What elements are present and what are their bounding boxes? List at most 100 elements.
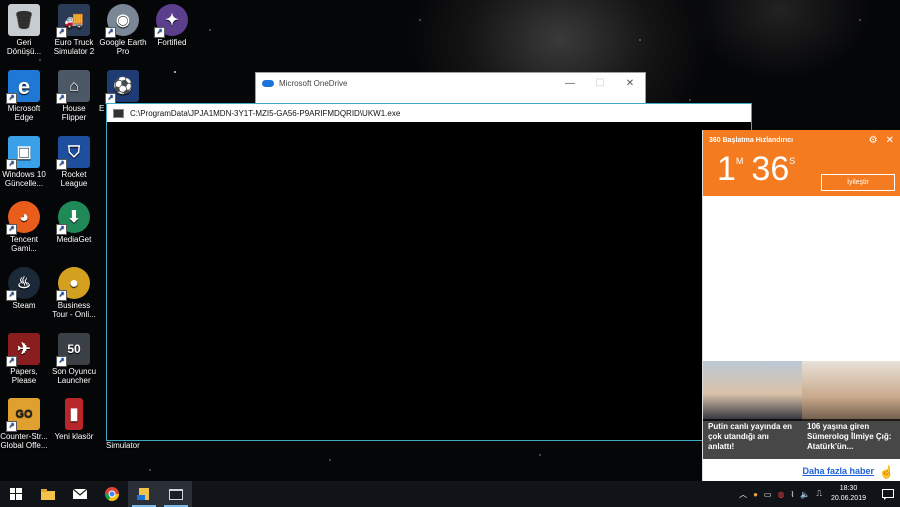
edge-icon: e ↗ [6,70,40,104]
minimize-button[interactable]: — [555,73,585,93]
wifi-icon[interactable]: ⌇ [790,490,794,499]
windows-update-icon: ▣ ↗ [6,136,40,170]
desktop-icon-papers-please[interactable]: ✈ ↗ Papers, Please [0,333,48,385]
mail-icon [73,489,87,499]
fortified-icon: ✦ ↗ [154,4,188,38]
desktop-icon-house-flipper[interactable]: ⌂ ↗ House Flipper [50,70,98,122]
console-icon [169,488,183,500]
news-image [703,361,802,421]
desktop-icon-recycle-bin[interactable]: 🗑 Geri Dönüşü... [0,4,48,56]
installer-icon [137,488,149,500]
timer-minutes: 1 [717,150,736,188]
tencent-gaming-icon: ◕ ↗ [6,201,40,235]
tray-app-icon[interactable]: ◍ [777,490,784,499]
google-earth-icon: ◉ ↗ [105,4,139,38]
desktop-icon-csgo[interactable]: GO ↗ Counter-Str... Global Offe... [0,398,48,450]
taskbar: ︿ ● ▭ ◍ ⌇ 🔈 ⎍ 18:30 20.06.2019 [0,481,900,507]
news-strip: Putin canlı yayında en çok utandığı anı … [703,361,900,459]
taskbar-file-explorer[interactable] [32,481,64,507]
desktop-icon-mediaget[interactable]: ⬇ ↗ MediaGet [50,201,98,244]
tray-app-icon[interactable]: ▭ [764,490,772,499]
hand-cursor-icon: ☝ [879,465,894,479]
boot-timer: 1 M 36 S [717,150,797,188]
desktop-icon-son-oyuncu[interactable]: 50 ↗ Son Oyuncu Launcher [50,333,98,385]
steam-icon: ♨ ↗ [6,267,40,301]
desktop-icon-windows-update[interactable]: ▣ ↗ Windows 10 Güncelle... [0,136,48,188]
onedrive-cloud-icon [262,79,274,87]
son-oyuncu-icon: 50 ↗ [56,333,90,367]
desktop-icon-new-folder[interactable]: ▮ Yeni klasör [50,398,98,441]
maximize-button[interactable]: ☐ [585,73,615,93]
clock-date: 20.06.2019 [830,495,866,502]
network-icon[interactable]: ⎍ [816,489,822,499]
taskbar-onedrive-setup[interactable] [128,481,160,507]
clock-time: 18:30 [839,485,858,492]
papers-please-icon: ✈ ↗ [6,333,40,367]
desktop-icon-label: House Flipper [61,104,87,122]
desktop-icon-label: Yeni klasör [54,432,94,441]
desktop-icon-rocket-league[interactable]: ⛉ ↗ Rocket League [50,136,98,188]
startup-accelerator-panel[interactable]: 360 Başlatma Hızlandırıcı ⚙ ✕ 1 M 36 S İ… [702,130,900,481]
desktop-icon-label: Google Earth Pro [99,38,147,56]
rocket-league-icon: ⛉ ↗ [56,136,90,170]
desktop-icon-label: Business Tour - Onli... [52,301,96,319]
taskbar-chrome[interactable] [96,481,128,507]
desktop: 🗑 Geri Dönüşü... 🚚 ↗ Euro Truck Simulator… [0,0,900,481]
simulator-label[interactable]: Simulator [106,441,140,450]
desktop-icon-edge[interactable]: e ↗ Microsoft Edge [0,70,48,122]
desktop-icon-business-tour[interactable]: ● ↗ Business Tour - Onli... [50,267,98,319]
pes-icon: ⚽ ↗ [105,70,139,104]
windows-logo-icon [10,488,22,500]
desktop-icon-fortified[interactable]: ✦ ↗ Fortified [148,4,196,47]
timer-seconds: 36 [751,150,790,188]
tray-app-icon[interactable]: ● [753,490,758,499]
desktop-icon-tencent[interactable]: ◕ ↗ Tencent Gami... [0,201,48,253]
desktop-icon-label: Windows 10 Güncelle... [2,170,46,188]
mediaget-icon: ⬇ ↗ [56,201,90,235]
taskbar-mail[interactable] [64,481,96,507]
onedrive-window-controls: — ☐ ✕ [555,73,645,93]
speed-header: 360 Başlatma Hızlandırıcı ⚙ ✕ 1 M 36 S İ… [703,130,900,196]
desktop-icon-label: Steam [12,301,36,310]
desktop-icon-label: Euro Truck Simulator 2 [53,38,95,56]
desktop-icon-label: Tencent Gami... [9,235,39,253]
house-flipper-icon: ⌂ ↗ [56,70,90,104]
csgo-icon: GO ↗ [6,398,40,432]
news-caption: 106 yaşına giren Sümerolog İlmiye Çığ: A… [802,419,900,459]
panel-controls: ⚙ ✕ [869,135,894,146]
start-button[interactable] [0,481,32,507]
desktop-icon-label: Son Oyuncu Launcher [51,367,97,385]
desktop-icon-label: Fortified [157,38,187,47]
desktop-icon-label: MediaGet [56,235,92,244]
chevron-up-icon[interactable]: ︿ [739,489,747,500]
desktop-icon-label: Papers, Please [10,367,38,385]
timer-minutes-unit: M [735,156,744,166]
action-center-button[interactable] [876,481,900,507]
desktop-icon-google-earth[interactable]: ◉ ↗ Google Earth Pro [99,4,147,56]
onedrive-title: Microsoft OneDrive [279,78,348,88]
optimize-button[interactable]: İyileştir [821,174,895,191]
more-news-link[interactable]: Daha fazla haber [802,466,874,476]
business-tour-icon: ● ↗ [56,267,90,301]
clock[interactable]: 18:30 20.06.2019 [831,484,866,504]
close-button[interactable]: ✕ [615,73,645,93]
desktop-icon-label: Geri Dönüşü... [6,38,42,56]
console-title: C:\ProgramData\JPJA1MDN-3Y1T-MZI5-GA56-P… [130,108,401,118]
panel-title: 360 Başlatma Hızlandırıcı [709,137,794,144]
volume-icon[interactable]: 🔈 [800,490,810,499]
gear-icon[interactable]: ⚙ [869,135,878,146]
close-icon[interactable]: ✕ [886,135,894,146]
news-item[interactable]: 106 yaşına giren Sümerolog İlmiye Çığ: A… [802,361,900,459]
news-item[interactable]: Putin canlı yayında en çok utandığı anı … [703,361,802,459]
desktop-icon-label: Counter-Str... Global Offe... [0,432,48,450]
folder-icon [41,488,55,500]
notification-icon [882,488,894,500]
timer-seconds-unit: S [789,156,796,166]
desktop-icon-euro-truck[interactable]: 🚚 ↗ Euro Truck Simulator 2 [50,4,98,56]
desktop-icon-steam[interactable]: ♨ ↗ Steam [0,267,48,310]
console-window[interactable]: C:\ProgramData\JPJA1MDN-3Y1T-MZI5-GA56-P… [106,103,752,441]
console-app-icon [113,108,124,118]
console-titlebar[interactable]: C:\ProgramData\JPJA1MDN-3Y1T-MZI5-GA56-P… [107,104,751,122]
taskbar-console[interactable] [160,481,192,507]
chrome-icon [105,487,119,501]
